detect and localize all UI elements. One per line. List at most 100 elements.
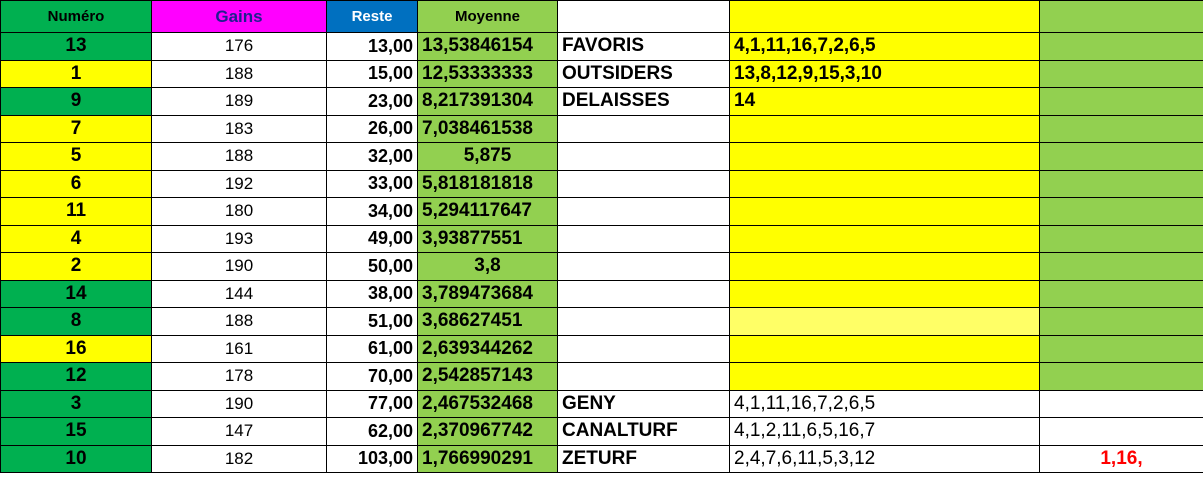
cell-last[interactable] [1039,169,1203,198]
cell-value[interactable] [729,279,1040,308]
cell-moyenne[interactable]: 2,370967742 [417,417,558,446]
cell-last[interactable] [1039,279,1203,308]
cell-last[interactable] [1039,114,1203,143]
cell-value[interactable]: 2,4,7,6,11,5,3,12 [729,444,1040,473]
cell-gains[interactable]: 190 [151,252,327,281]
cell-gains[interactable]: 192 [151,169,327,198]
cell-reste[interactable]: 103,00 [326,444,418,473]
cell-last[interactable] [1039,59,1203,88]
cell-gains[interactable]: 176 [151,32,327,61]
cell-label[interactable] [557,142,730,171]
cell-last[interactable] [1039,252,1203,281]
cell-label[interactable]: ZETURF [557,444,730,473]
header-numero[interactable]: Numéro [0,0,152,33]
cell-numero[interactable]: 1 [0,59,152,88]
cell-label[interactable]: CANALTURF [557,417,730,446]
cell-last[interactable] [1039,334,1203,363]
cell-reste[interactable]: 32,00 [326,142,418,171]
cell-value[interactable]: 4,1,11,16,7,2,6,5 [729,32,1040,61]
cell-gains[interactable]: 144 [151,279,327,308]
cell-value[interactable] [729,114,1040,143]
cell-numero[interactable]: 11 [0,197,152,226]
cell-last[interactable]: 1,16, [1039,444,1203,473]
cell-value[interactable] [729,169,1040,198]
cell-gains[interactable]: 182 [151,444,327,473]
cell-label[interactable] [557,362,730,391]
cell-label[interactable] [557,279,730,308]
cell-value[interactable] [729,307,1040,336]
cell-last[interactable] [1039,32,1203,61]
cell-numero[interactable]: 8 [0,307,152,336]
cell-numero[interactable]: 2 [0,252,152,281]
cell-gains[interactable]: 178 [151,362,327,391]
cell-value[interactable] [729,197,1040,226]
cell-gains[interactable]: 193 [151,224,327,253]
header-empty-label[interactable] [557,0,730,33]
cell-label[interactable] [557,169,730,198]
cell-gains[interactable]: 188 [151,307,327,336]
cell-reste[interactable]: 51,00 [326,307,418,336]
cell-moyenne[interactable]: 2,542857143 [417,362,558,391]
cell-label[interactable]: OUTSIDERS [557,59,730,88]
cell-moyenne[interactable]: 5,818181818 [417,169,558,198]
cell-reste[interactable]: 38,00 [326,279,418,308]
header-empty-last[interactable] [1039,0,1203,33]
cell-gains[interactable]: 147 [151,417,327,446]
cell-value[interactable] [729,252,1040,281]
cell-moyenne[interactable]: 7,038461538 [417,114,558,143]
cell-reste[interactable]: 61,00 [326,334,418,363]
cell-numero[interactable]: 12 [0,362,152,391]
cell-reste[interactable]: 13,00 [326,32,418,61]
cell-last[interactable] [1039,362,1203,391]
cell-reste[interactable]: 34,00 [326,197,418,226]
cell-last[interactable] [1039,389,1203,418]
cell-gains[interactable]: 190 [151,389,327,418]
cell-reste[interactable]: 15,00 [326,59,418,88]
cell-label[interactable]: DELAISSES [557,87,730,116]
cell-moyenne[interactable]: 5,294117647 [417,197,558,226]
cell-label[interactable] [557,197,730,226]
cell-value[interactable]: 13,8,12,9,15,3,10 [729,59,1040,88]
cell-label[interactable] [557,307,730,336]
cell-numero[interactable]: 9 [0,87,152,116]
cell-reste[interactable]: 23,00 [326,87,418,116]
cell-moyenne[interactable]: 3,93877551 [417,224,558,253]
cell-gains[interactable]: 188 [151,142,327,171]
cell-numero[interactable]: 3 [0,389,152,418]
cell-numero[interactable]: 7 [0,114,152,143]
cell-value[interactable]: 4,1,2,11,6,5,16,7 [729,417,1040,446]
cell-moyenne[interactable]: 8,217391304 [417,87,558,116]
cell-label[interactable]: GENY [557,389,730,418]
cell-last[interactable] [1039,307,1203,336]
cell-moyenne[interactable]: 13,53846154 [417,32,558,61]
cell-value[interactable] [729,224,1040,253]
cell-numero[interactable]: 14 [0,279,152,308]
header-reste[interactable]: Reste [326,0,418,33]
cell-moyenne[interactable]: 5,875 [417,142,558,171]
cell-label[interactable] [557,252,730,281]
cell-value[interactable]: 14 [729,87,1040,116]
cell-last[interactable] [1039,87,1203,116]
cell-last[interactable] [1039,417,1203,446]
cell-gains[interactable]: 183 [151,114,327,143]
cell-numero[interactable]: 10 [0,444,152,473]
header-empty-value[interactable] [729,0,1040,33]
cell-moyenne[interactable]: 3,789473684 [417,279,558,308]
cell-label[interactable] [557,224,730,253]
cell-last[interactable] [1039,197,1203,226]
cell-value[interactable] [729,334,1040,363]
cell-value[interactable] [729,362,1040,391]
header-gains[interactable]: Gains [151,0,327,33]
cell-reste[interactable]: 62,00 [326,417,418,446]
cell-label[interactable] [557,114,730,143]
cell-reste[interactable]: 70,00 [326,362,418,391]
spreadsheet-grid[interactable]: Numéro Gains Reste Moyenne 13 176 13,00 … [0,0,1203,501]
cell-moyenne[interactable]: 2,467532468 [417,389,558,418]
cell-gains[interactable]: 161 [151,334,327,363]
cell-value[interactable]: 4,1,11,16,7,2,6,5 [729,389,1040,418]
cell-reste[interactable]: 49,00 [326,224,418,253]
cell-gains[interactable]: 180 [151,197,327,226]
cell-moyenne[interactable]: 2,639344262 [417,334,558,363]
cell-numero[interactable]: 4 [0,224,152,253]
cell-last[interactable] [1039,142,1203,171]
